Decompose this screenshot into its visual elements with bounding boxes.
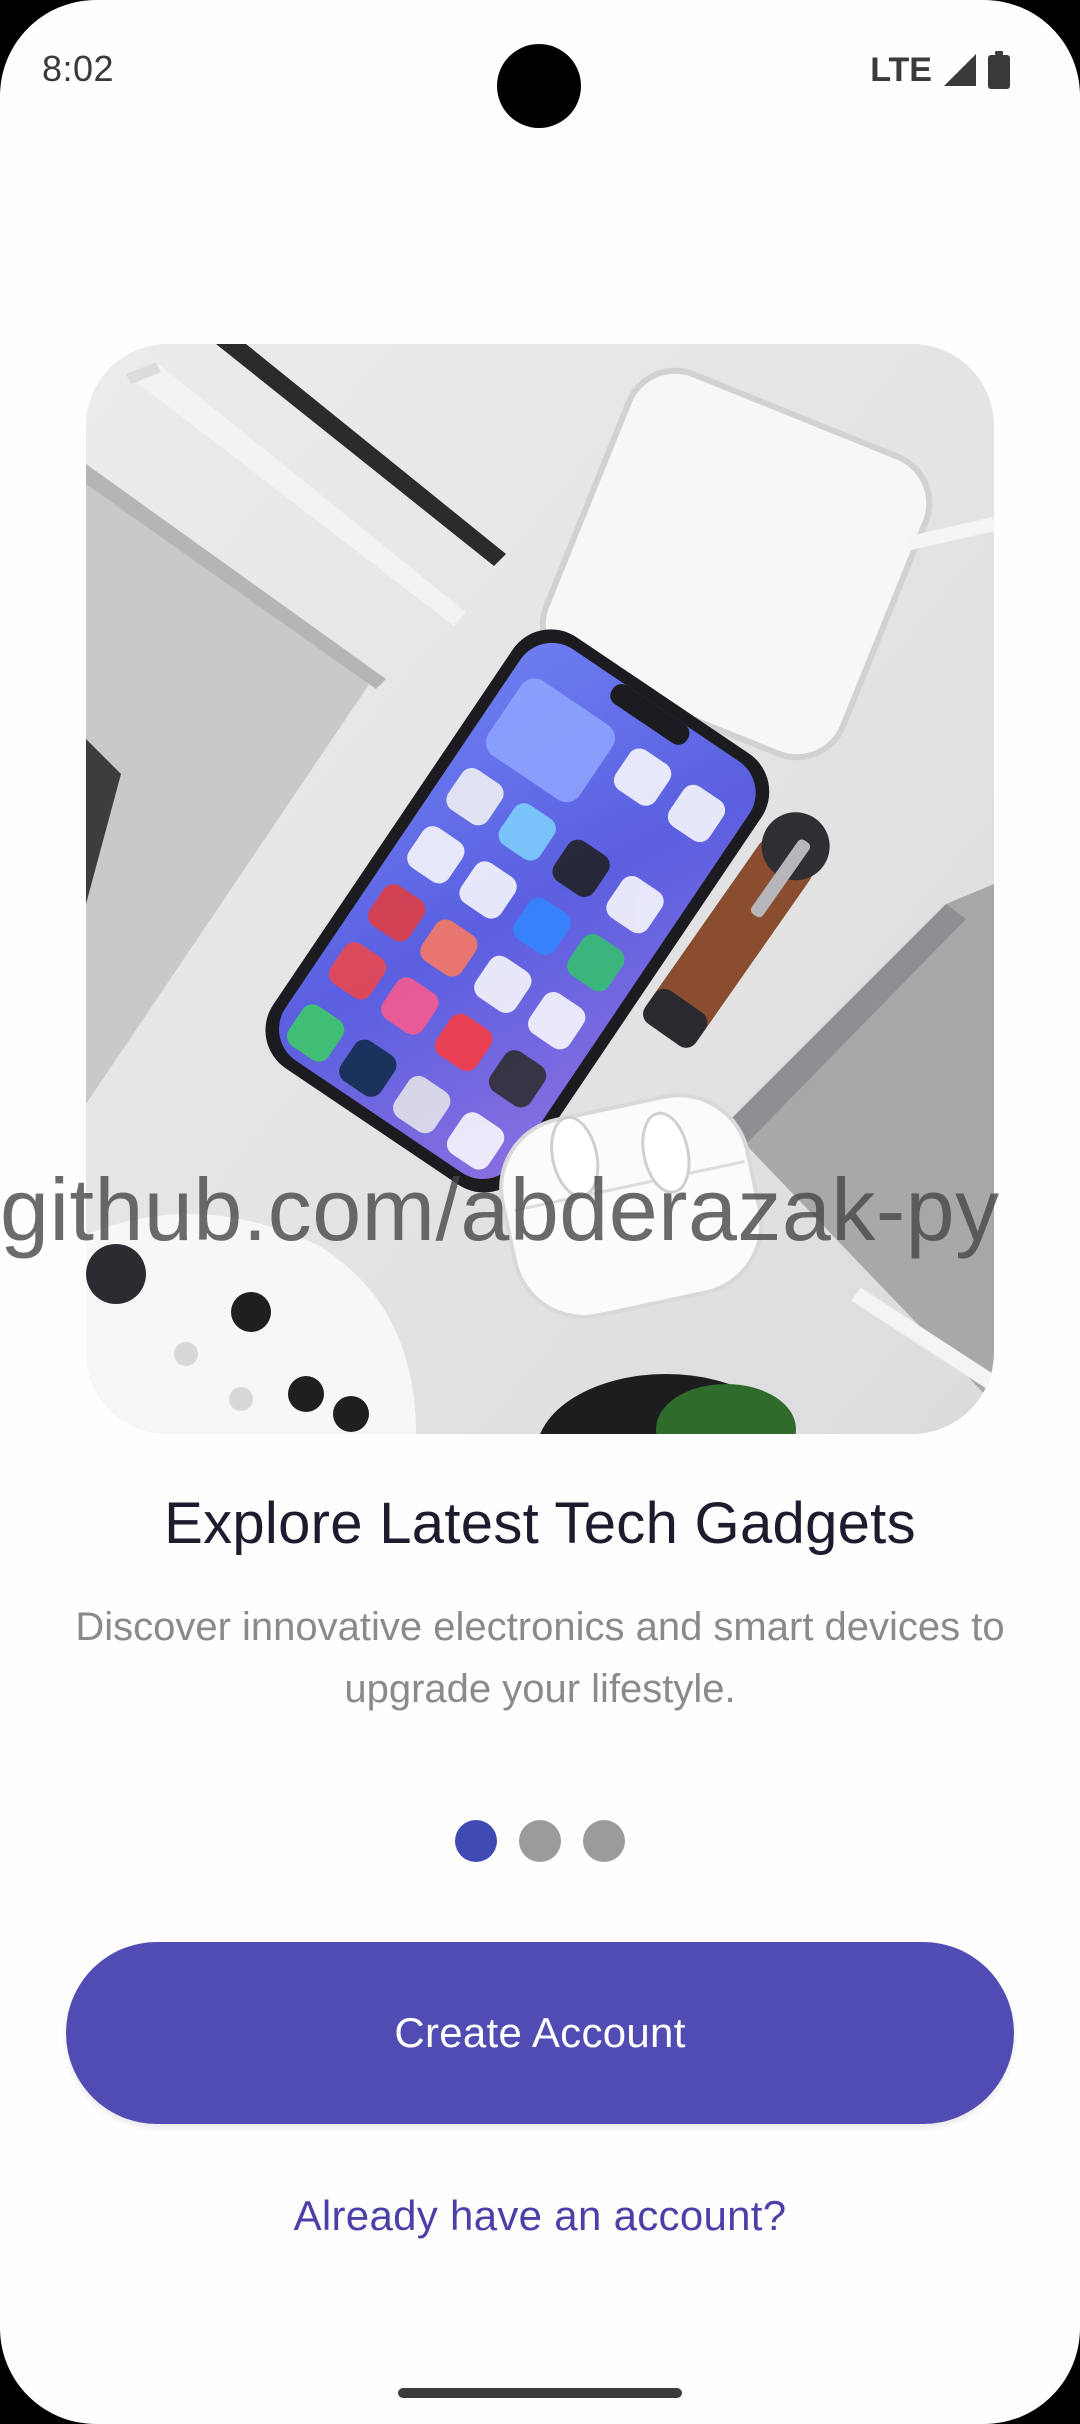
watermark-text: github.com/abderazak-py [0,1160,1000,1259]
page-dot-3[interactable] [583,1820,625,1862]
onboarding-subtitle: Discover innovative electronics and smar… [75,1605,1005,1711]
camera-cutout [497,44,581,128]
page-dot-2[interactable] [519,1820,561,1862]
sign-in-link[interactable]: Already have an account? [0,2192,1080,2240]
status-bar: 8:02 LTE [0,0,1080,140]
page-dot-1[interactable] [455,1820,497,1862]
status-icons: LTE [870,48,1010,92]
signal-icon [944,54,976,86]
tech-gadgets-photo-icon [86,344,994,1434]
network-type: LTE [870,50,932,89]
onboarding-title: Explore Latest Tech Gadgets [164,1491,916,1556]
phone-screen: 8:02 LTE github.com/abderazak-py Explore… [0,0,1080,2424]
battery-icon [988,51,1010,89]
status-time: 8:02 [42,48,115,89]
home-indicator[interactable] [398,2388,682,2398]
hero-image [86,344,994,1434]
page-indicator [0,1820,1080,1862]
create-account-button[interactable]: Create Account [66,1942,1014,2124]
